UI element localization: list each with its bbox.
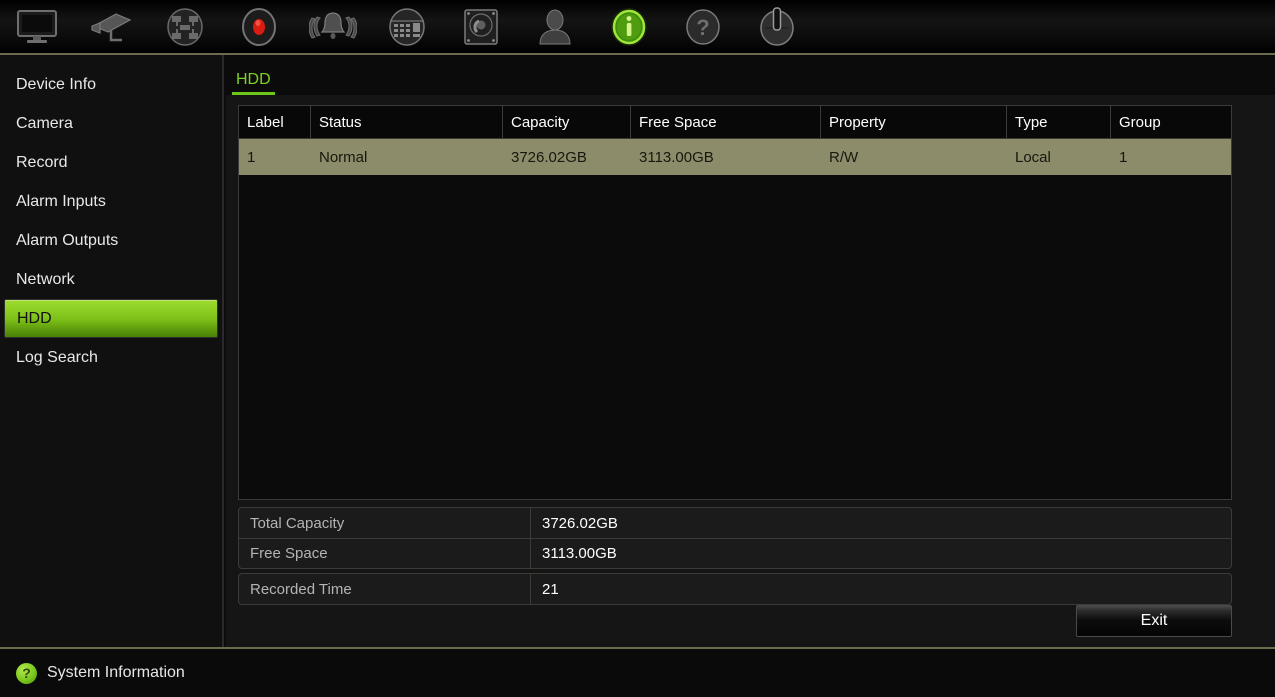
- sidebar-item-label: Device Info: [16, 75, 97, 93]
- table-row[interactable]: 1 Normal 3726.02GB 3113.00GB R/W Local 1: [239, 139, 1231, 175]
- status-bar-text: System Information: [47, 664, 185, 681]
- sidebar-item-camera[interactable]: Camera: [4, 104, 218, 143]
- svg-text:?: ?: [696, 15, 709, 40]
- tab-hdd[interactable]: HDD: [232, 71, 275, 95]
- help-circle-icon: ?: [16, 662, 37, 684]
- column-header-type[interactable]: Type: [1007, 106, 1111, 138]
- monitor-icon[interactable]: [0, 0, 74, 53]
- summary-section: Total Capacity 3726.02GB Free Space 3113…: [238, 507, 1232, 605]
- sidebar-item-network[interactable]: Network: [4, 260, 218, 299]
- cell-status: Normal: [319, 148, 368, 166]
- column-header-label[interactable]: Label: [239, 106, 311, 138]
- main-content-panel: HDD Label Status Capacity Free Space Pro…: [226, 55, 1275, 647]
- user-icon[interactable]: [518, 0, 592, 53]
- cell-free-space: 3113.00GB: [639, 148, 714, 166]
- hdd-icon[interactable]: [444, 0, 518, 53]
- cell-group: 1: [1119, 148, 1128, 166]
- cell-property: R/W: [829, 148, 859, 166]
- summary-capacity-group: Total Capacity 3726.02GB Free Space 3113…: [238, 507, 1232, 569]
- sidebar-item-label: Alarm Outputs: [16, 231, 119, 249]
- info-icon[interactable]: [592, 0, 666, 53]
- column-header-capacity[interactable]: Capacity: [503, 106, 631, 138]
- cell-label: 1: [247, 148, 256, 166]
- column-header-status[interactable]: Status: [311, 106, 503, 138]
- alarm-bell-icon[interactable]: [296, 0, 370, 53]
- record-icon[interactable]: [222, 0, 296, 53]
- sidebar-item-alarm-inputs[interactable]: Alarm Inputs: [4, 182, 218, 221]
- sidebar-item-label: Log Search: [16, 348, 98, 366]
- device-panel-icon[interactable]: [370, 0, 444, 53]
- summary-row-free-space: Free Space 3113.00GB: [239, 538, 1231, 568]
- status-bar: ? System Information: [0, 647, 1275, 697]
- summary-label-recorded-time: Recorded Time: [239, 574, 531, 604]
- column-header-property[interactable]: Property: [821, 106, 1007, 138]
- cell-capacity: 3726.02GB: [511, 148, 587, 166]
- sidebar-item-alarm-outputs[interactable]: Alarm Outputs: [4, 221, 218, 260]
- tab-label: HDD: [236, 71, 271, 88]
- summary-row-total-capacity: Total Capacity 3726.02GB: [239, 508, 1231, 538]
- hdd-list-table: Label Status Capacity Free Space Propert…: [238, 105, 1232, 500]
- summary-row-recorded-time: Recorded Time 21: [239, 574, 1231, 604]
- table-header-row: Label Status Capacity Free Space Propert…: [239, 106, 1231, 139]
- power-icon[interactable]: [740, 0, 814, 53]
- sidebar-item-label: HDD: [17, 309, 52, 327]
- summary-value-free-space: 3113.00GB: [542, 545, 617, 562]
- sidebar-menu: Device Info Camera Record Alarm Inputs A…: [0, 55, 224, 647]
- summary-value-recorded-time: 21: [542, 580, 559, 598]
- summary-recorded-time-group: Recorded Time 21: [238, 573, 1232, 605]
- sidebar-item-record[interactable]: Record: [4, 143, 218, 182]
- exit-button[interactable]: Exit: [1076, 605, 1232, 637]
- sidebar-item-device-info[interactable]: Device Info: [4, 65, 218, 104]
- sidebar-item-hdd[interactable]: HDD: [4, 299, 218, 338]
- sidebar-item-log-search[interactable]: Log Search: [4, 338, 218, 377]
- help-icon[interactable]: ?: [666, 0, 740, 53]
- column-header-free-space[interactable]: Free Space: [631, 106, 821, 138]
- button-bar: Exit: [238, 603, 1232, 639]
- sidebar-item-label: Network: [16, 270, 75, 288]
- sidebar-item-label: Camera: [16, 114, 73, 132]
- summary-value-total-capacity: 3726.02GB: [542, 514, 618, 532]
- column-header-group[interactable]: Group: [1111, 106, 1231, 138]
- summary-label-total-capacity: Total Capacity: [239, 508, 531, 538]
- tab-strip: HDD: [226, 55, 1275, 95]
- cell-type: Local: [1015, 148, 1051, 166]
- network-icon[interactable]: [148, 0, 222, 53]
- camera-icon[interactable]: [74, 0, 148, 53]
- table-empty-area: [239, 175, 1231, 498]
- summary-label-free-space: Free Space: [239, 539, 531, 568]
- sidebar-item-label: Record: [16, 153, 68, 171]
- top-toolbar: ?: [0, 0, 1275, 55]
- dvr-system-information-window: ? Device Info Camera Record Alarm Inputs…: [0, 0, 1275, 697]
- sidebar-item-label: Alarm Inputs: [16, 192, 106, 210]
